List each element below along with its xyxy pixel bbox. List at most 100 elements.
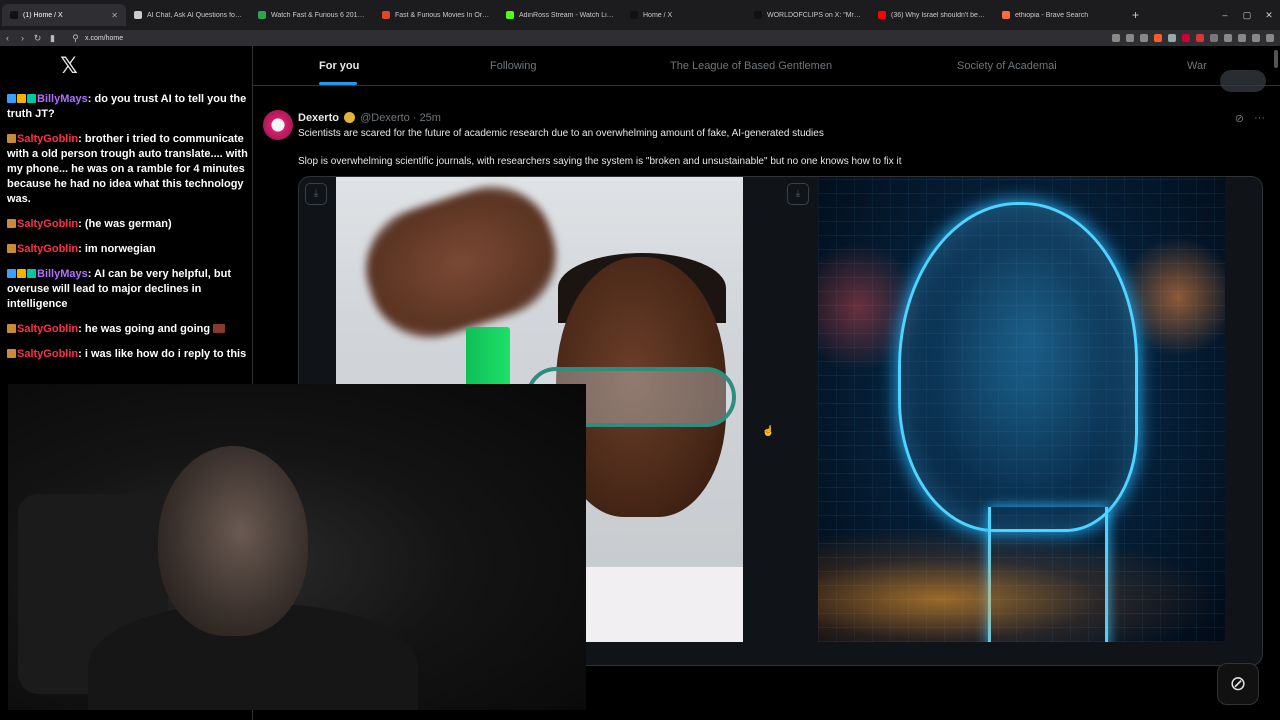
site-info-icon[interactable]: ⚲ <box>68 33 83 44</box>
chat-username[interactable]: SaltyGoblin <box>17 133 78 145</box>
url-field[interactable]: x.com/home <box>85 35 123 42</box>
chat-message-text: : (he was german) <box>78 218 172 230</box>
bookmark-icon[interactable]: ▮ <box>45 33 60 44</box>
browser-tab-label: WORLDOFCLIPS on X: "Mrbased gel <box>767 11 862 19</box>
chat-badge-icon <box>17 269 26 278</box>
x-logo-icon[interactable]: 𝕏 <box>58 56 80 78</box>
tab-for-you[interactable]: For you <box>319 60 359 72</box>
browser-tab[interactable]: Fast & Furious Movies In Order: How <box>374 4 498 26</box>
active-tab-indicator <box>319 82 357 85</box>
chat-username[interactable]: BillyMays <box>37 93 88 105</box>
chat-badge-icon <box>17 94 26 103</box>
new-tab-button[interactable]: + <box>1132 8 1139 22</box>
tab-society-of-academai[interactable]: Society of Academai <box>957 60 1057 72</box>
wallet-icon[interactable] <box>1252 34 1260 42</box>
reload-icon[interactable]: ↻ <box>30 33 45 44</box>
tab-war[interactable]: War <box>1187 60 1207 72</box>
reader-mode-icon[interactable] <box>1112 34 1120 42</box>
extension-icon[interactable] <box>1168 34 1176 42</box>
chat-badge-icon <box>7 134 16 143</box>
browser-tab-label: AI Chat, Ask AI Questions for Expert <box>147 11 242 19</box>
chat-username[interactable]: SaltyGoblin <box>17 348 78 360</box>
share-icon[interactable] <box>1140 34 1148 42</box>
chat-message-text: : im norwegian <box>78 243 156 255</box>
minimize-button[interactable]: – <box>1214 10 1236 20</box>
tweet-actions: ⊘ ··· <box>1235 112 1265 125</box>
watch-site-icon <box>258 11 266 19</box>
browser-tab[interactable]: Watch Fast & Furious 6 2013 full HD <box>250 4 374 26</box>
chat-username[interactable]: BillyMays <box>37 268 88 280</box>
mouse-cursor-icon: ☝ <box>762 426 775 437</box>
browser-tab[interactable]: Home / X <box>622 4 746 26</box>
browser-tab[interactable]: AI Chat, Ask AI Questions for Expert <box>126 4 250 26</box>
download-icon[interactable]: ⤓ <box>305 183 327 205</box>
chat-message-text: : he was going and going <box>78 323 211 335</box>
close-tab-icon[interactable]: ✕ <box>111 11 118 20</box>
verified-badge-icon <box>344 112 356 123</box>
browser-tab[interactable]: (36) Why Israel shouldn't be US Ally <box>870 4 994 26</box>
chat-message: SaltyGoblin: im norwegian <box>7 242 249 257</box>
feed-tabs: For you Following The League of Based Ge… <box>253 46 1280 86</box>
forward-icon[interactable]: › <box>15 33 30 43</box>
address-bar: ‹ › ↻ ▮ ⚲ x.com/home <box>0 30 1280 46</box>
more-icon[interactable]: ··· <box>1254 112 1265 125</box>
grok-button[interactable]: ⊘ <box>1217 663 1259 705</box>
chat-message: SaltyGoblin: (he was german) <box>7 217 249 232</box>
lab-coat-shape <box>586 567 743 642</box>
extensions-puzzle-icon[interactable] <box>1224 34 1232 42</box>
chat-username[interactable]: SaltyGoblin <box>17 243 78 255</box>
browser-tab[interactable]: ethiopia - Brave Search <box>994 4 1118 26</box>
back-icon[interactable]: ‹ <box>0 33 15 43</box>
chat-badge-icon <box>7 94 16 103</box>
browser-tab-label: Watch Fast & Furious 6 2013 full HD <box>271 11 366 19</box>
article-site-icon <box>382 11 390 19</box>
webcam-overlay <box>8 384 586 710</box>
extension-icon[interactable] <box>1182 34 1190 42</box>
scrollbar[interactable] <box>1274 50 1278 68</box>
x-logo-icon <box>630 11 638 19</box>
chat-message: BillyMays: AI can be very helpful, but o… <box>7 267 249 312</box>
browser-tab-label: AdinRoss Stream - Watch Live on Ki <box>519 11 614 19</box>
chat-badge-icon <box>27 94 36 103</box>
streamer-head-shape <box>158 446 308 636</box>
close-window-button[interactable]: ✕ <box>1258 10 1280 21</box>
chat-message: BillyMays: do you trust AI to tell you t… <box>7 92 249 122</box>
chat-username[interactable]: SaltyGoblin <box>17 323 78 335</box>
tweet-author-name[interactable]: Dexerto <box>298 112 339 124</box>
menu-icon[interactable] <box>1266 34 1274 42</box>
zoom-icon[interactable] <box>1126 34 1134 42</box>
extension-icon[interactable] <box>1196 34 1204 42</box>
tweet-time[interactable]: · 25m <box>413 112 441 124</box>
avatar[interactable] <box>263 110 293 140</box>
digital-head-shape <box>898 202 1138 532</box>
youtube-icon <box>878 11 886 19</box>
maximize-button[interactable]: ▢ <box>1236 10 1258 21</box>
chat-message: SaltyGoblin: i was like how do i reply t… <box>7 347 249 362</box>
tab-league-of-based-gentlemen[interactable]: The League of Based Gentlemen <box>670 60 832 72</box>
download-icon[interactable]: ⤓ <box>787 183 809 205</box>
ai-head-image[interactable] <box>818 177 1225 642</box>
stream-chat: BillyMays: do you trust AI to tell you t… <box>7 92 249 372</box>
tab-following[interactable]: Following <box>490 60 536 72</box>
browser-tab-label: (36) Why Israel shouldn't be US Ally <box>891 11 986 19</box>
browser-tab[interactable]: (1) Home / X ✕ <box>2 4 126 26</box>
browser-tab-label: ethiopia - Brave Search <box>1015 11 1089 19</box>
browser-tab[interactable]: WORLDOFCLIPS on X: "Mrbased gel <box>746 4 870 26</box>
grok-icon[interactable]: ⊘ <box>1235 112 1244 125</box>
brave-search-icon <box>1002 11 1010 19</box>
browser-tab[interactable]: AdinRoss Stream - Watch Live on Ki <box>498 4 622 26</box>
sidebar-icon[interactable] <box>1238 34 1246 42</box>
browser-tabbar: (1) Home / X ✕ AI Chat, Ask AI Questions f… <box>0 0 1280 30</box>
chat-emote-icon <box>213 324 226 333</box>
chat-username[interactable]: SaltyGoblin <box>17 218 78 230</box>
extension-icon[interactable] <box>1210 34 1218 42</box>
test-tube-shape <box>466 327 510 387</box>
tweet-text-line-2: Slop is overwhelming scientific journals… <box>298 156 902 167</box>
tweet-header: Dexerto @Dexerto · 25m <box>298 112 441 124</box>
tweet-handle[interactable]: @Dexerto <box>360 112 410 124</box>
chat-badge-icon <box>7 244 16 253</box>
brave-shields-icon[interactable] <box>1154 34 1162 42</box>
chat-badge-icon <box>7 324 16 333</box>
glow-shape <box>818 527 1225 642</box>
scroll-right-button[interactable] <box>1220 70 1266 92</box>
